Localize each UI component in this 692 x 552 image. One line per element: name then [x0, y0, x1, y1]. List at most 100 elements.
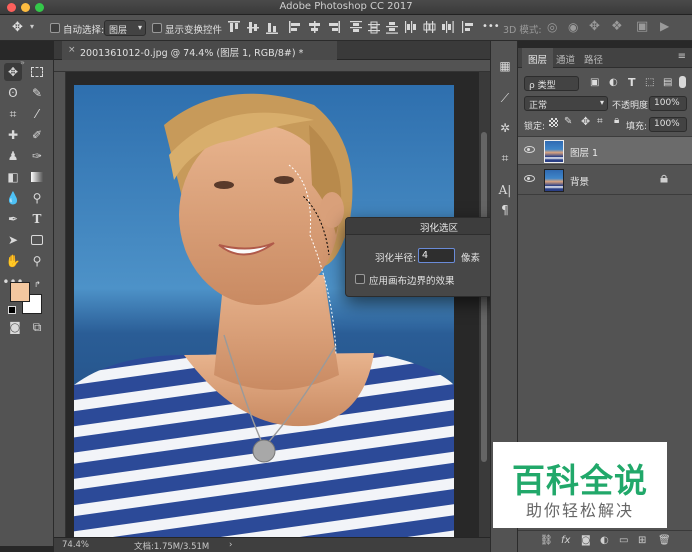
libraries-panel-icon[interactable]: ✲	[497, 121, 513, 137]
adjustment-icon[interactable]: ◐	[600, 535, 609, 546]
document-tab[interactable]: × 2001361012-0.jpg @ 74.4% (图层 1, RGB/8#…	[62, 41, 337, 60]
align-bottom-icon[interactable]	[266, 21, 278, 34]
more-options-icon[interactable]: •••	[482, 21, 500, 32]
filter-smart-object-icon[interactable]: ▤	[663, 77, 672, 88]
mask-icon[interactable]: ◙	[581, 535, 591, 546]
video-icon[interactable]: ▶	[660, 19, 669, 33]
brush-tool-icon[interactable]: ✐	[28, 126, 46, 144]
filter-pixel-icon[interactable]: ▣	[590, 77, 599, 88]
link-icon[interactable]: ⛓	[540, 535, 553, 546]
3d-scale-icon[interactable]: ▣	[636, 19, 648, 34]
distribute-right-icon[interactable]	[441, 21, 454, 33]
filter-shape-icon[interactable]: ⬚	[645, 77, 654, 88]
character-panel-icon[interactable]: A|	[497, 183, 513, 199]
marquee-tool-icon[interactable]	[28, 63, 46, 81]
3d-orbit-icon[interactable]: ◎	[547, 20, 557, 34]
apply-canvas-edge-checkbox[interactable]	[355, 274, 365, 284]
foreground-color-swatch[interactable]	[10, 282, 30, 302]
auto-align-icon[interactable]	[462, 21, 474, 33]
zoom-tool-icon[interactable]: ⚲	[28, 252, 46, 270]
color-panel-icon[interactable]: ▦	[497, 59, 513, 75]
lock-position-icon[interactable]: ✥	[581, 115, 590, 128]
type-tool-icon[interactable]: T	[28, 210, 46, 228]
fill-field[interactable]: 100%	[649, 117, 687, 132]
distribute-bottom-icon[interactable]	[386, 21, 398, 34]
history-brush-tool-icon[interactable]: ✑	[28, 147, 46, 165]
status-menu-chevron-icon[interactable]: ›	[229, 540, 232, 550]
zoom-level[interactable]: 74.4%	[62, 540, 89, 550]
layer-row[interactable]: 背景	[518, 166, 692, 195]
align-hcenter-icon[interactable]	[308, 21, 321, 33]
trash-icon[interactable]: 🗑︎	[658, 535, 671, 546]
fx-icon[interactable]: fx	[561, 535, 570, 546]
photo-canvas[interactable]	[74, 85, 454, 537]
tab-layers[interactable]: 图层	[522, 48, 554, 68]
hand-tool-icon[interactable]: ✋	[4, 252, 22, 270]
eyedropper-tool-icon[interactable]: ⁄	[28, 105, 46, 123]
gradient-tool-icon[interactable]	[28, 168, 46, 186]
3d-slide-icon[interactable]: ❖	[611, 19, 623, 34]
blur-tool-icon[interactable]: 💧	[4, 189, 22, 207]
screen-mode-icon[interactable]: ⧉	[28, 318, 46, 336]
lock-all-icon[interactable]: 🔒︎	[614, 115, 619, 126]
layer-row[interactable]: 图层 1	[518, 136, 692, 165]
show-transform-checkbox[interactable]	[152, 23, 162, 33]
adjustments-panel-icon[interactable]: ⟋	[497, 91, 513, 107]
eraser-tool-icon[interactable]: ◧	[4, 168, 22, 186]
distribute-top-icon[interactable]	[350, 21, 362, 34]
document-size[interactable]: 文档:1.75M/3.51M	[134, 540, 209, 552]
layer-filter-dropdown[interactable]: ρ 类型	[524, 76, 579, 91]
shape-tool-icon[interactable]	[28, 231, 46, 249]
blend-mode-dropdown[interactable]: 正常 ▾	[524, 96, 608, 111]
scroll-thumb[interactable]	[481, 132, 487, 462]
preset-chevron-down-icon[interactable]: ▾	[30, 22, 34, 31]
layer-name[interactable]: 图层 1	[570, 145, 598, 159]
default-colors-icon[interactable]	[8, 306, 16, 314]
distribute-vcenter-icon[interactable]	[368, 21, 380, 34]
clone-stamp-tool-icon[interactable]: ♟	[4, 147, 22, 165]
vertical-ruler[interactable]	[54, 72, 66, 537]
paragraph-panel-icon[interactable]: ¶	[497, 203, 513, 219]
panel-menu-icon[interactable]: ≡	[678, 51, 686, 62]
auto-select-dropdown[interactable]: 图层 ▾	[104, 20, 146, 36]
lock-image-icon[interactable]: ✎	[564, 116, 572, 127]
horizontal-ruler[interactable]	[54, 60, 490, 72]
visibility-eye-icon[interactable]	[524, 175, 535, 182]
filter-adjustment-icon[interactable]: ◐	[609, 77, 618, 88]
quick-select-tool-icon[interactable]: ✎	[28, 84, 46, 102]
new-layer-icon[interactable]: ⊞	[638, 535, 646, 546]
lock-artboard-icon[interactable]: ⌗	[597, 116, 603, 127]
align-right-icon[interactable]	[327, 21, 340, 33]
crop-tool-icon[interactable]: ⌗	[4, 105, 22, 123]
distribute-hcenter-icon[interactable]	[423, 21, 436, 33]
filter-type-icon[interactable]: T	[628, 76, 636, 89]
visibility-eye-icon[interactable]	[524, 146, 535, 153]
filter-toggle-icon[interactable]	[679, 76, 686, 88]
healing-brush-tool-icon[interactable]: ✚	[4, 126, 22, 144]
close-tab-icon[interactable]: ×	[68, 45, 76, 55]
move-tool-icon[interactable]: ✥	[4, 63, 22, 81]
align-left-icon[interactable]	[289, 21, 302, 33]
swap-colors-icon[interactable]: ↱	[34, 280, 41, 289]
auto-select-checkbox[interactable]	[50, 23, 60, 33]
align-vcenter-icon[interactable]	[247, 21, 259, 34]
canvas-vertical-scrollbar[interactable]	[479, 72, 490, 537]
layer-name[interactable]: 背景	[570, 174, 589, 188]
dodge-tool-icon[interactable]: ⚲	[28, 189, 46, 207]
tab-paths[interactable]: 路径	[578, 48, 609, 68]
path-select-tool-icon[interactable]: ➤	[4, 231, 22, 249]
distribute-left-icon[interactable]	[405, 21, 418, 33]
quick-mask-icon[interactable]: ◙	[6, 318, 24, 336]
tab-channels[interactable]: 通道	[550, 48, 581, 68]
align-top-icon[interactable]	[228, 21, 240, 34]
3d-pan-icon[interactable]: ✥	[589, 19, 600, 34]
group-icon[interactable]: ▭	[619, 535, 628, 546]
crop-panel-icon[interactable]: ⌗	[497, 151, 513, 167]
opacity-field[interactable]: 100%	[649, 96, 687, 111]
pen-tool-icon[interactable]: ✒	[4, 210, 22, 228]
move-tool-preset-icon[interactable]: ✥	[12, 20, 23, 35]
3d-roll-icon[interactable]: ◉	[568, 20, 578, 34]
lasso-tool-icon[interactable]: ʘ	[4, 84, 22, 102]
lock-transparency-icon[interactable]	[549, 118, 558, 127]
feather-radius-input[interactable]: 4	[418, 248, 455, 263]
